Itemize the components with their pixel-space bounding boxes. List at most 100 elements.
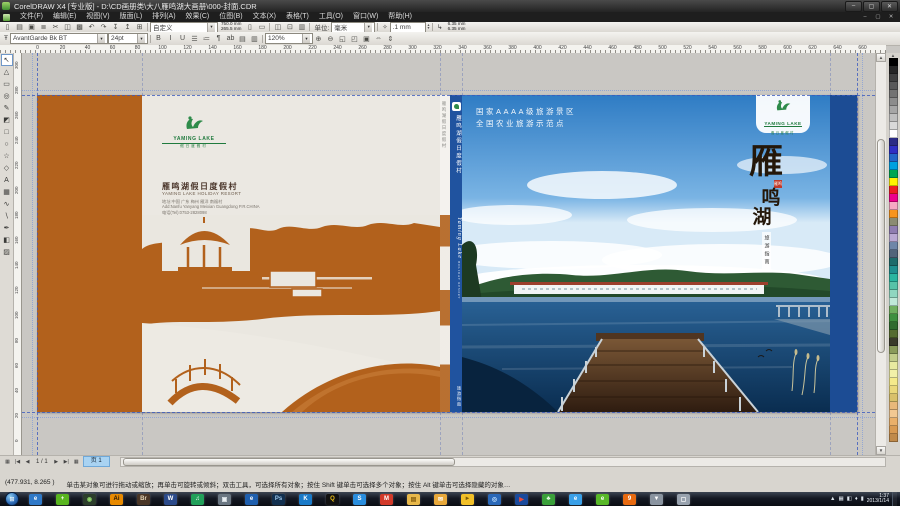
color-swatch[interactable] — [889, 146, 898, 154]
nudge-stepper[interactable]: ▲▼ — [427, 24, 430, 31]
scroll-up-icon[interactable]: ▲ — [876, 53, 886, 62]
prev-page-button[interactable]: ◀ — [23, 457, 32, 466]
all-pages-icon[interactable]: ◫ — [272, 23, 283, 32]
menu-item[interactable]: 工具(O) — [314, 12, 348, 22]
color-swatch[interactable] — [889, 362, 898, 370]
menu-item[interactable]: 排列(A) — [147, 12, 180, 22]
color-swatch[interactable] — [889, 250, 898, 258]
nudge-field[interactable]: .1 mm — [390, 22, 426, 33]
pick-tool[interactable]: ↖ — [1, 54, 13, 66]
paper-preset-combo[interactable]: 自定义▾ — [150, 22, 218, 33]
menu-item[interactable]: 表格(T) — [281, 12, 314, 22]
tray-icon[interactable]: ◧ — [847, 496, 852, 502]
color-swatch[interactable] — [889, 354, 898, 362]
color-swatch[interactable] — [889, 426, 898, 434]
color-swatch[interactable] — [889, 66, 898, 74]
color-swatch[interactable] — [889, 138, 898, 146]
zoom-page-icon[interactable]: ▣ — [361, 34, 372, 43]
zoom-out-icon[interactable]: ⊖ — [325, 34, 336, 43]
color-swatch[interactable] — [889, 402, 898, 410]
tray-icon[interactable]: ▦ — [839, 496, 844, 502]
color-swatch[interactable] — [889, 210, 898, 218]
doc-restore-button[interactable]: ▢ — [872, 14, 884, 20]
basic-shapes-tool[interactable]: ◇ — [1, 162, 13, 174]
taskbar-photoshop-icon[interactable]: Ps — [272, 494, 285, 505]
text-tool[interactable]: A — [1, 174, 13, 186]
taskbar-360safe-icon[interactable]: + — [56, 494, 69, 505]
color-swatch[interactable] — [889, 314, 898, 322]
vertical-scrollbar[interactable]: ▲ ▼ — [875, 53, 886, 455]
color-swatch[interactable] — [889, 386, 898, 394]
color-swatch[interactable] — [889, 322, 898, 330]
color-swatch[interactable] — [889, 346, 898, 354]
taskbar-foxmail-icon[interactable]: M — [380, 494, 393, 505]
vertical-scroll-thumb[interactable] — [877, 139, 885, 353]
color-swatch[interactable] — [889, 202, 898, 210]
color-swatch[interactable] — [889, 418, 898, 426]
scroll-down-icon[interactable]: ▼ — [876, 446, 886, 455]
shape-tool[interactable]: △ — [1, 66, 13, 78]
zoom-height-icon[interactable]: ⇕ — [385, 34, 396, 43]
taskbar-coreldraw-icon[interactable]: ◉ — [83, 494, 96, 505]
taskbar-ie-window-icon[interactable]: e — [245, 494, 258, 505]
color-swatch[interactable] — [889, 178, 898, 186]
drawing-canvas[interactable]: YAMING LAKE 假日度假村 雁鸣湖假日度假村 YAMING LAKE H… — [22, 53, 875, 455]
color-swatch[interactable] — [889, 394, 898, 402]
zoom-all-icon[interactable]: ◰ — [349, 34, 360, 43]
menu-item[interactable]: 帮助(H) — [383, 12, 417, 22]
taskbar-remote-icon[interactable]: ▣ — [218, 494, 231, 505]
color-swatch[interactable] — [889, 258, 898, 266]
horizontal-scroll-thumb[interactable] — [123, 458, 455, 466]
color-swatch[interactable] — [889, 82, 898, 90]
app-launcher-icon[interactable]: ⊞ — [134, 23, 145, 32]
drop-cap-icon[interactable]: ¶ — [213, 34, 224, 43]
align-icon[interactable]: ☰ — [189, 34, 200, 43]
color-swatch[interactable] — [889, 122, 898, 130]
doc-close-button[interactable]: ✕ — [885, 14, 897, 20]
polygon-tool[interactable]: ☆ — [1, 150, 13, 162]
show-desktop-button[interactable] — [892, 492, 897, 506]
italic-button[interactable]: I — [165, 34, 176, 43]
page-menu-button[interactable]: ▦ — [72, 457, 81, 466]
page-tab[interactable]: 页 1 — [83, 456, 110, 467]
paper-size-fields[interactable]: 750.0 mm 265.5 mm — [221, 22, 241, 32]
taskbar-360browser-icon[interactable]: e — [596, 494, 609, 505]
page-options-icon[interactable]: ▥ — [296, 23, 307, 32]
doc-minimize-button[interactable]: – — [859, 14, 871, 20]
import-icon[interactable]: ↧ — [110, 23, 121, 32]
bullet-list-icon[interactable]: ≔ — [201, 34, 212, 43]
zoom-selected-icon[interactable]: ◱ — [337, 34, 348, 43]
font-combo[interactable]: AvantGarde Bk BT▾ — [10, 33, 108, 44]
copy-icon[interactable]: ◫ — [62, 23, 73, 32]
color-swatch[interactable] — [889, 186, 898, 194]
taskbar-illustrator-icon[interactable]: Ai — [110, 494, 123, 505]
color-swatch[interactable] — [889, 74, 898, 82]
taskbar-thunder-icon[interactable]: ► — [461, 494, 474, 505]
interactive-blend-tool[interactable]: ∿ — [1, 198, 13, 210]
portrait-icon[interactable]: ▯ — [244, 23, 255, 32]
freehand-tool[interactable]: ✎ — [1, 102, 13, 114]
last-page-button[interactable]: ▶| — [62, 457, 71, 466]
minimize-button[interactable]: – — [845, 1, 862, 12]
taskbar-player-icon[interactable]: ▶ — [515, 494, 528, 505]
crop-tool[interactable]: ▭ — [1, 78, 13, 90]
tray-icon[interactable]: ▲ — [830, 496, 835, 502]
units-combo[interactable]: 毫米▾ — [331, 22, 375, 33]
rectangle-tool[interactable]: □ — [1, 126, 13, 138]
zoom-tool[interactable]: ◎ — [1, 90, 13, 102]
menu-item[interactable]: 文本(X) — [248, 12, 281, 22]
new-document-icon[interactable]: ▯ — [2, 23, 13, 32]
taskbar-ie-icon[interactable]: e — [29, 494, 42, 505]
tray-icon[interactable]: ♦ — [855, 496, 858, 502]
taskbar-sogou-pinyin-icon[interactable]: 9 — [623, 494, 636, 505]
color-swatch[interactable] — [889, 266, 898, 274]
menu-item[interactable]: 文件(F) — [15, 12, 48, 22]
color-swatch[interactable] — [889, 338, 898, 346]
taskbar-bridge-icon[interactable]: Br — [137, 494, 150, 505]
color-swatch[interactable] — [889, 298, 898, 306]
taskbar-parrot-icon[interactable]: ♣ — [542, 494, 555, 505]
color-swatch[interactable] — [889, 434, 898, 442]
eyedropper-tool[interactable]: ∖ — [1, 210, 13, 222]
tray-icon[interactable]: ▮ — [861, 496, 864, 502]
color-swatch[interactable] — [889, 106, 898, 114]
